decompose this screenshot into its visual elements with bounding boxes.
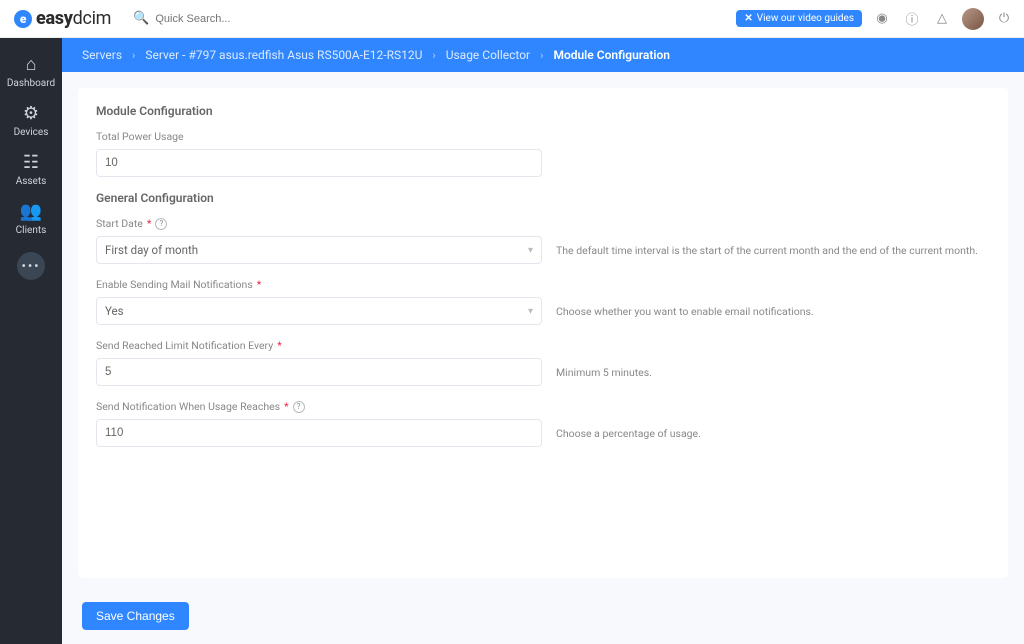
chevron-down-icon: ▾ xyxy=(528,306,533,317)
hint-send-every: Minimum 5 minutes. xyxy=(556,366,990,379)
section-module-config: Module Configuration xyxy=(96,104,990,118)
power-icon[interactable]: ⏻ xyxy=(994,9,1014,29)
sidebar-item-clients[interactable]: 👥 Clients xyxy=(0,195,62,244)
save-button[interactable]: Save Changes xyxy=(82,602,189,630)
chevron-right-icon: › xyxy=(540,49,543,62)
search-icon: 🔍 xyxy=(133,11,149,26)
label-start-date: Start Date * ? xyxy=(96,217,990,230)
hint-start-date: The default time interval is the start o… xyxy=(556,244,990,257)
top-actions: ✕ View our video guides ◉ ⓘ △ ⏻ xyxy=(736,8,1014,30)
breadcrumb: Servers › Server - #797 asus.redfish Asu… xyxy=(62,38,1024,72)
label-total-power: Total Power Usage xyxy=(96,130,990,143)
start-date-select[interactable]: First day of month ▾ xyxy=(96,236,542,264)
form-card: Module Configuration Total Power Usage G… xyxy=(78,88,1008,578)
label-enable-mail: Enable Sending Mail Notifications * xyxy=(96,278,990,291)
hint-send-when: Choose a percentage of usage. xyxy=(556,427,990,440)
crumb-usage-collector[interactable]: Usage Collector xyxy=(446,48,530,62)
section-general-config: General Configuration xyxy=(96,191,990,205)
required-mark: * xyxy=(284,400,289,413)
chevron-right-icon: › xyxy=(432,49,435,62)
promo-label: View our video guides xyxy=(757,13,854,24)
sidebar-item-assets[interactable]: ☷ Assets xyxy=(0,146,62,195)
video-guides-promo[interactable]: ✕ View our video guides xyxy=(736,10,862,27)
chevron-down-icon: ▾ xyxy=(528,245,533,256)
home-icon: ⌂ xyxy=(26,56,37,74)
chevron-right-icon: › xyxy=(132,49,135,62)
content: Module Configuration Total Power Usage G… xyxy=(62,72,1024,592)
start-date-value: First day of month xyxy=(105,243,198,257)
quick-search[interactable]: 🔍 xyxy=(133,11,736,26)
topbar: e easydcim 🔍 ✕ View our video guides ◉ ⓘ… xyxy=(0,0,1024,38)
required-mark: * xyxy=(147,217,152,230)
search-input[interactable] xyxy=(155,13,355,25)
main: Servers › Server - #797 asus.redfish Asu… xyxy=(62,38,1024,644)
sidebar-item-label: Devices xyxy=(14,127,49,138)
send-when-input[interactable] xyxy=(96,419,542,447)
tree-icon: ☷ xyxy=(23,154,39,172)
help-icon[interactable]: ? xyxy=(155,218,167,230)
play-icon[interactable]: ◉ xyxy=(872,9,892,29)
required-mark: * xyxy=(277,339,282,352)
brand-mark-icon: e xyxy=(14,10,32,28)
brand-text-bold: easy xyxy=(36,8,73,29)
brand-text-thin: dcim xyxy=(73,8,112,29)
info-icon[interactable]: ⓘ xyxy=(902,9,922,29)
total-power-input[interactable] xyxy=(96,149,542,177)
more-icon: ••• xyxy=(22,259,41,273)
sidebar-item-dashboard[interactable]: ⌂ Dashboard xyxy=(0,48,62,97)
enable-mail-value: Yes xyxy=(105,304,124,318)
brand-logo[interactable]: e easydcim xyxy=(14,8,111,29)
send-every-input[interactable] xyxy=(96,358,542,386)
hint-enable-mail: Choose whether you want to enable email … xyxy=(556,305,990,318)
gear-icon: ⚙ xyxy=(23,105,39,123)
people-icon: 👥 xyxy=(20,203,42,221)
sidebar: ⌂ Dashboard ⚙ Devices ☷ Assets 👥 Clients… xyxy=(0,38,62,644)
required-mark: * xyxy=(257,278,262,291)
sidebar-item-devices[interactable]: ⚙ Devices xyxy=(0,97,62,146)
sidebar-item-label: Dashboard xyxy=(7,78,55,89)
label-send-when: Send Notification When Usage Reaches * ? xyxy=(96,400,990,413)
crumb-module-config: Module Configuration xyxy=(553,48,670,62)
help-icon[interactable]: ? xyxy=(293,401,305,413)
form-footer: Save Changes xyxy=(62,592,1024,644)
alert-icon[interactable]: △ xyxy=(932,9,952,29)
enable-mail-select[interactable]: Yes ▾ xyxy=(96,297,542,325)
avatar[interactable] xyxy=(962,8,984,30)
crumb-servers[interactable]: Servers xyxy=(82,48,122,62)
sidebar-item-label: Clients xyxy=(16,225,47,236)
crumb-server-detail[interactable]: Server - #797 asus.redfish Asus RS500A-E… xyxy=(145,48,422,62)
close-icon[interactable]: ✕ xyxy=(744,13,752,24)
sidebar-more[interactable]: ••• xyxy=(17,252,45,280)
label-send-every: Send Reached Limit Notification Every * xyxy=(96,339,990,352)
sidebar-item-label: Assets xyxy=(16,176,47,187)
